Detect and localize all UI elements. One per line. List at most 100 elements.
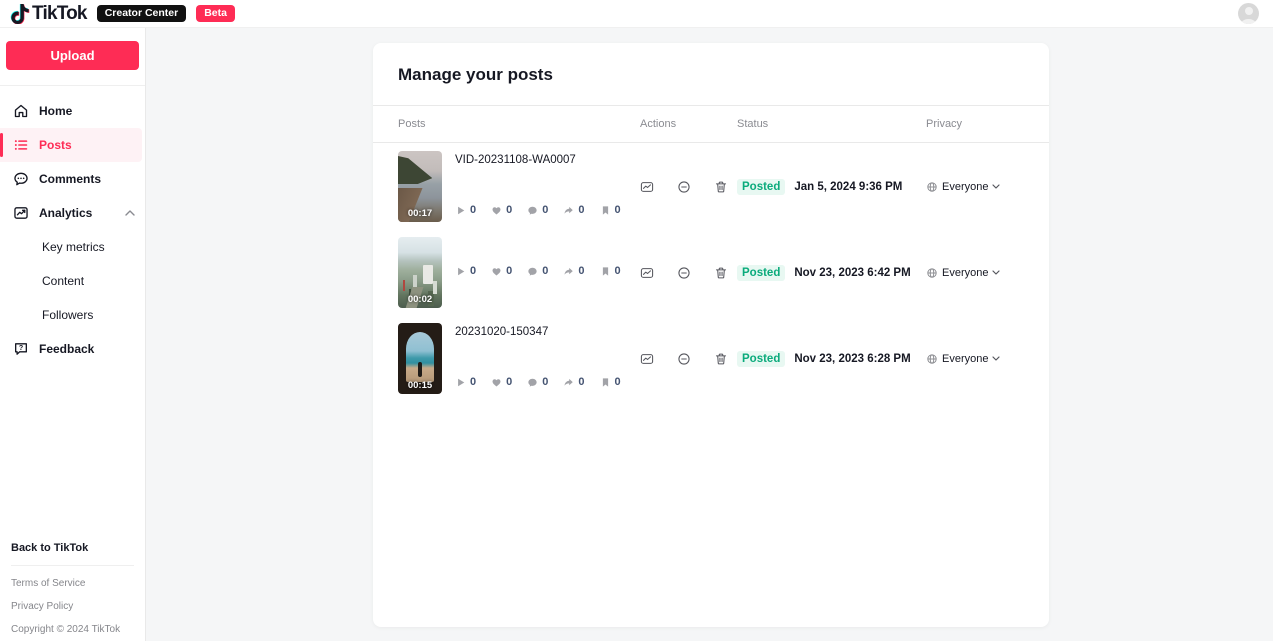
top-bar: TikTok Creator Center Beta [0,0,1273,28]
sidebar-item-home[interactable]: Home [0,94,145,128]
sidebar-item-label: Comments [39,172,102,186]
share-icon [564,378,574,386]
chevron-down-icon [992,270,1001,275]
likes-stat: 0 [491,204,512,216]
comment-settings-button[interactable] [677,266,691,280]
status-badge: Posted [737,264,786,281]
manage-posts-card: Manage your posts Posts Actions Status P… [373,43,1049,627]
privacy-policy-link[interactable]: Privacy Policy [11,601,134,612]
comment-off-icon [678,180,690,193]
saves-stat: 0 [600,265,621,277]
privacy-selector[interactable]: Everyone [926,323,1024,394]
sidebar-item-posts[interactable]: Posts [0,128,142,162]
post-stats: 0 0 0 0 0 [455,265,640,277]
user-avatar[interactable] [1238,3,1259,24]
view-analytics-button[interactable] [640,266,654,280]
privacy-selector[interactable]: Everyone [926,151,1024,222]
sidebar-item-label: Posts [39,138,72,152]
column-privacy: Privacy [926,118,963,130]
video-duration: 00:02 [407,294,433,305]
posts-list-icon [14,140,28,150]
saves-stat: 0 [600,376,621,388]
likes-stat: 0 [491,376,512,388]
post-rows: 00:17 VID-20231108-WA0007 0 0 0 0 0 Post… [373,143,1049,394]
view-analytics-button[interactable] [640,352,654,366]
globe-icon [927,181,937,192]
tiktok-note-icon [10,3,30,24]
shares-stat: 0 [563,376,585,388]
comments-stat: 0 [527,265,548,277]
heart-icon [492,378,501,386]
page-title: Manage your posts [398,65,553,84]
chart-icon [640,353,654,364]
sidebar-item-comments[interactable]: Comments [0,162,145,196]
share-icon [564,206,574,214]
post-stats: 0 0 0 0 0 [455,376,640,388]
delete-button[interactable] [714,266,728,280]
tiktok-logo[interactable]: TikTok [10,3,87,25]
comments-stat: 0 [527,376,548,388]
bookmark-icon [602,266,608,276]
status-cell: Posted Nov 23, 2023 6:42 PM [737,237,926,308]
bookmark-icon [602,205,608,215]
comment-icon [528,378,537,387]
sidebar-footer-divider [11,565,134,566]
back-to-tiktok-link[interactable]: Back to TikTok [11,542,134,554]
terms-of-service-link[interactable]: Terms of Service [11,578,134,589]
comment-settings-button[interactable] [677,180,691,194]
bookmark-icon [602,377,608,387]
play-icon [458,267,465,275]
status-cell: Posted Nov 23, 2023 6:28 PM [737,323,926,394]
table-header: Posts Actions Status Privacy [373,105,1049,143]
views-stat: 0 [455,265,476,277]
chevron-up-icon [125,210,135,216]
trash-icon [715,181,727,192]
sidebar-subitem-key-metrics[interactable]: Key metrics [0,230,145,264]
delete-button[interactable] [714,352,728,366]
post-row: 00:15 20231020-150347 0 0 0 0 0 Posted N… [398,323,1024,394]
post-title[interactable]: 20231020-150347 [455,326,640,338]
globe-icon [927,267,937,278]
privacy-selector[interactable]: Everyone [926,237,1024,308]
sidebar-footer: Back to TikTok Terms of Service Privacy … [0,542,145,635]
sidebar-item-analytics[interactable]: Analytics [0,196,145,230]
share-icon [564,267,574,275]
actions-cell [640,237,737,308]
upload-button[interactable]: Upload [6,41,139,70]
beta-badge: Beta [196,5,235,22]
video-duration: 00:15 [407,380,433,391]
sidebar-item-label: Home [39,104,73,118]
post-title[interactable]: VID-20231108-WA0007 [455,154,640,166]
comment-icon [528,206,537,215]
video-thumbnail[interactable]: 00:02 [398,237,442,308]
status-badge: Posted [737,350,786,367]
post-date: Nov 23, 2023 6:42 PM [794,266,911,279]
comment-settings-button[interactable] [677,352,691,366]
globe-icon [927,353,937,364]
sidebar-item-feedback[interactable]: ? Feedback [0,332,145,366]
comments-icon [14,172,28,186]
trash-icon [715,267,727,278]
comment-off-icon [678,352,690,365]
view-analytics-button[interactable] [640,180,654,194]
feedback-icon: ? [15,343,27,355]
views-stat: 0 [455,204,476,216]
analytics-icon [14,207,28,219]
post-cell: 00:15 20231020-150347 0 0 0 0 0 [398,323,640,394]
column-status: Status [737,118,769,130]
sidebar-subitem-followers[interactable]: Followers [0,298,145,332]
video-thumbnail[interactable]: 00:17 [398,151,442,222]
video-thumbnail[interactable]: 00:15 [398,323,442,394]
post-date: Nov 23, 2023 6:28 PM [794,352,911,365]
creator-center-badge: Creator Center [96,5,187,22]
chart-icon [640,181,654,192]
comment-off-icon [678,266,690,279]
shares-stat: 0 [563,204,585,216]
delete-button[interactable] [714,180,728,194]
play-icon [458,378,465,386]
post-cell: 00:02 0 0 0 0 0 [398,237,640,308]
trash-icon [715,353,727,364]
home-icon [14,104,28,118]
sidebar-subitem-content[interactable]: Content [0,264,145,298]
privacy-value: Everyone [942,352,989,365]
